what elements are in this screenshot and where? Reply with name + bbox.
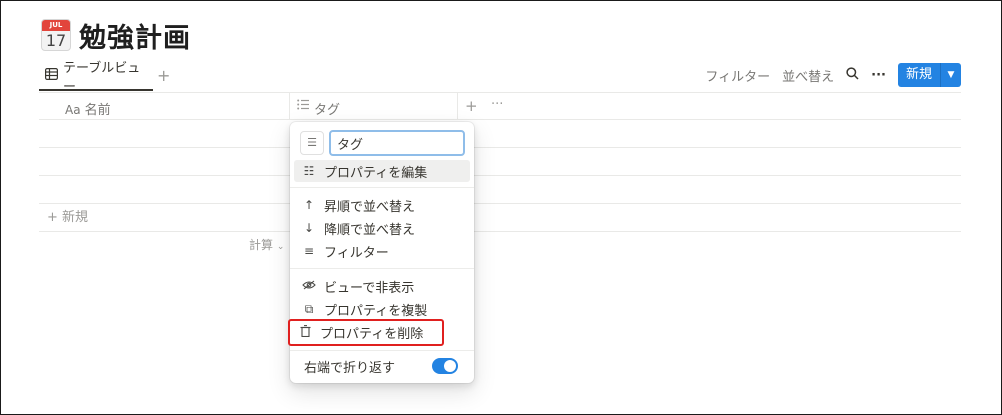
more-icon[interactable]: ··· [871,68,886,83]
trash-icon [298,325,312,340]
new-button[interactable]: 新規 ▼ [897,63,961,87]
add-property-icon[interactable]: + [465,97,478,115]
property-name-input[interactable] [329,130,465,156]
property-menu: ☰ ☷ プロパティを編集 ↑ 昇順で並べ替え ↓ 降順で並べ替え ≡ フィルター… [288,122,474,383]
more-icon[interactable]: ··· [491,97,503,112]
column-header-tag[interactable]: タグ [297,99,340,118]
view-bar: テーブルビュー + フィルター 並べ替え ··· 新規 ▼ [39,61,961,95]
new-row-label: 新規 [62,210,89,225]
text-type-icon: Aa [65,103,81,117]
calendar-icon[interactable]: JUL 17 [41,19,71,51]
hide-in-view-item[interactable]: ビューで非表示 [294,275,470,297]
new-row-button[interactable]: + 新規 [39,204,961,232]
menu-divider [290,350,474,351]
table-icon [45,68,59,84]
column-name-label: 名前 [84,103,111,118]
menu-item-label: 昇順で並べ替え [324,199,416,215]
menu-item-label: フィルター [324,245,389,261]
sort-ascending-item[interactable]: ↑ 昇順で並べ替え [294,194,470,216]
plus-icon[interactable]: + [157,66,170,85]
table-row[interactable] [39,176,961,204]
wrap-text-item[interactable]: 右端で折り返す [294,355,470,377]
page-header: JUL 17 勉強計画 [41,16,191,55]
menu-item-label: 右端で折り返す [304,360,396,376]
menu-item-label: プロパティを複製 [324,303,428,319]
menu-item-label: ビューで非表示 [324,280,415,296]
window-frame: JUL 17 勉強計画 テーブルビュー + フィルター 並べ替え ··· 新規 … [0,0,1002,415]
wrap-toggle[interactable] [432,358,458,374]
chevron-down-icon: ⌄ [276,242,285,252]
list-icon [297,99,309,118]
toolbar: フィルター 並べ替え ··· 新規 ▼ [705,63,961,87]
menu-item-label: プロパティを編集 [324,165,428,181]
arrow-down-icon: ↓ [303,221,315,235]
calculate-button[interactable]: 計算 ⌄ [249,236,284,253]
edit-property-item[interactable]: ☷ プロパティを編集 [294,160,470,182]
eye-off-icon [302,279,316,293]
table-row[interactable] [39,148,961,176]
chevron-down-icon[interactable]: ▼ [941,63,961,87]
copy-icon: ⧉ [304,301,314,316]
column-divider[interactable] [289,93,290,120]
sort-button[interactable]: 並べ替え [782,66,834,85]
calculate-label: 計算 [249,238,274,252]
calendar-day: 17 [45,31,67,50]
database-table: Aa 名前 タグ + ··· + 新規 計算 ⌄ [39,92,961,252]
new-button-label[interactable]: 新規 [898,63,941,87]
menu-item-label: 降順で並べ替え [324,222,416,238]
tab-label: テーブルビュー [63,61,141,95]
page-title[interactable]: 勉強計画 [79,16,191,55]
table-row[interactable] [39,120,961,148]
search-icon[interactable] [846,66,859,84]
menu-divider [290,268,474,269]
table-header: Aa 名前 タグ + ··· [39,92,961,120]
menu-item-label: プロパティを削除 [320,327,424,342]
filter-item[interactable]: ≡ フィルター [294,240,470,262]
menu-divider [290,187,474,188]
column-header-name[interactable]: Aa 名前 [65,99,111,118]
tab-table-view[interactable]: テーブルビュー [39,61,153,95]
filter-icon: ≡ [303,244,315,258]
sliders-icon: ☷ [303,164,315,178]
filter-button[interactable]: フィルター [705,66,770,85]
arrow-up-icon: ↑ [303,198,315,212]
calendar-month: JUL [42,20,70,31]
delete-property-item[interactable]: プロパティを削除 [288,319,444,346]
column-divider[interactable] [457,93,458,120]
property-name-row: ☰ [298,130,466,156]
duplicate-property-item[interactable]: ⧉ プロパティを複製 [294,298,470,320]
sort-descending-item[interactable]: ↓ 降順で並べ替え [294,217,470,239]
list-icon[interactable]: ☰ [300,131,324,155]
plus-icon: + [47,210,58,225]
column-tag-label: タグ [314,103,341,118]
